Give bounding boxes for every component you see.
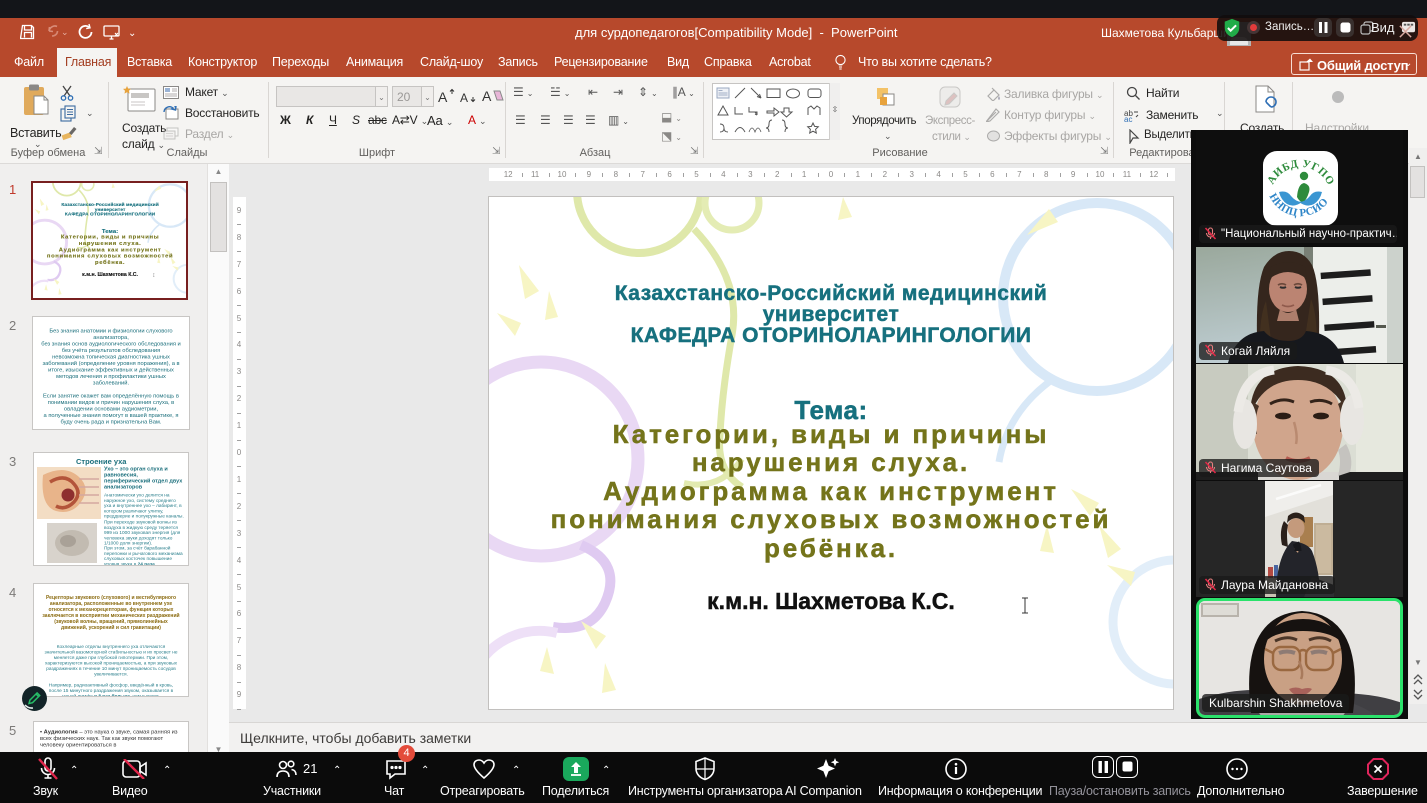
- svg-text:А: А: [460, 91, 468, 104]
- svg-text:А: А: [438, 89, 448, 104]
- svg-text:⌄: ⌄: [128, 28, 136, 39]
- svg-text:А: А: [482, 88, 492, 104]
- svg-text:⌄: ⌄: [61, 27, 69, 37]
- svg-text:ac: ac: [1124, 115, 1132, 122]
